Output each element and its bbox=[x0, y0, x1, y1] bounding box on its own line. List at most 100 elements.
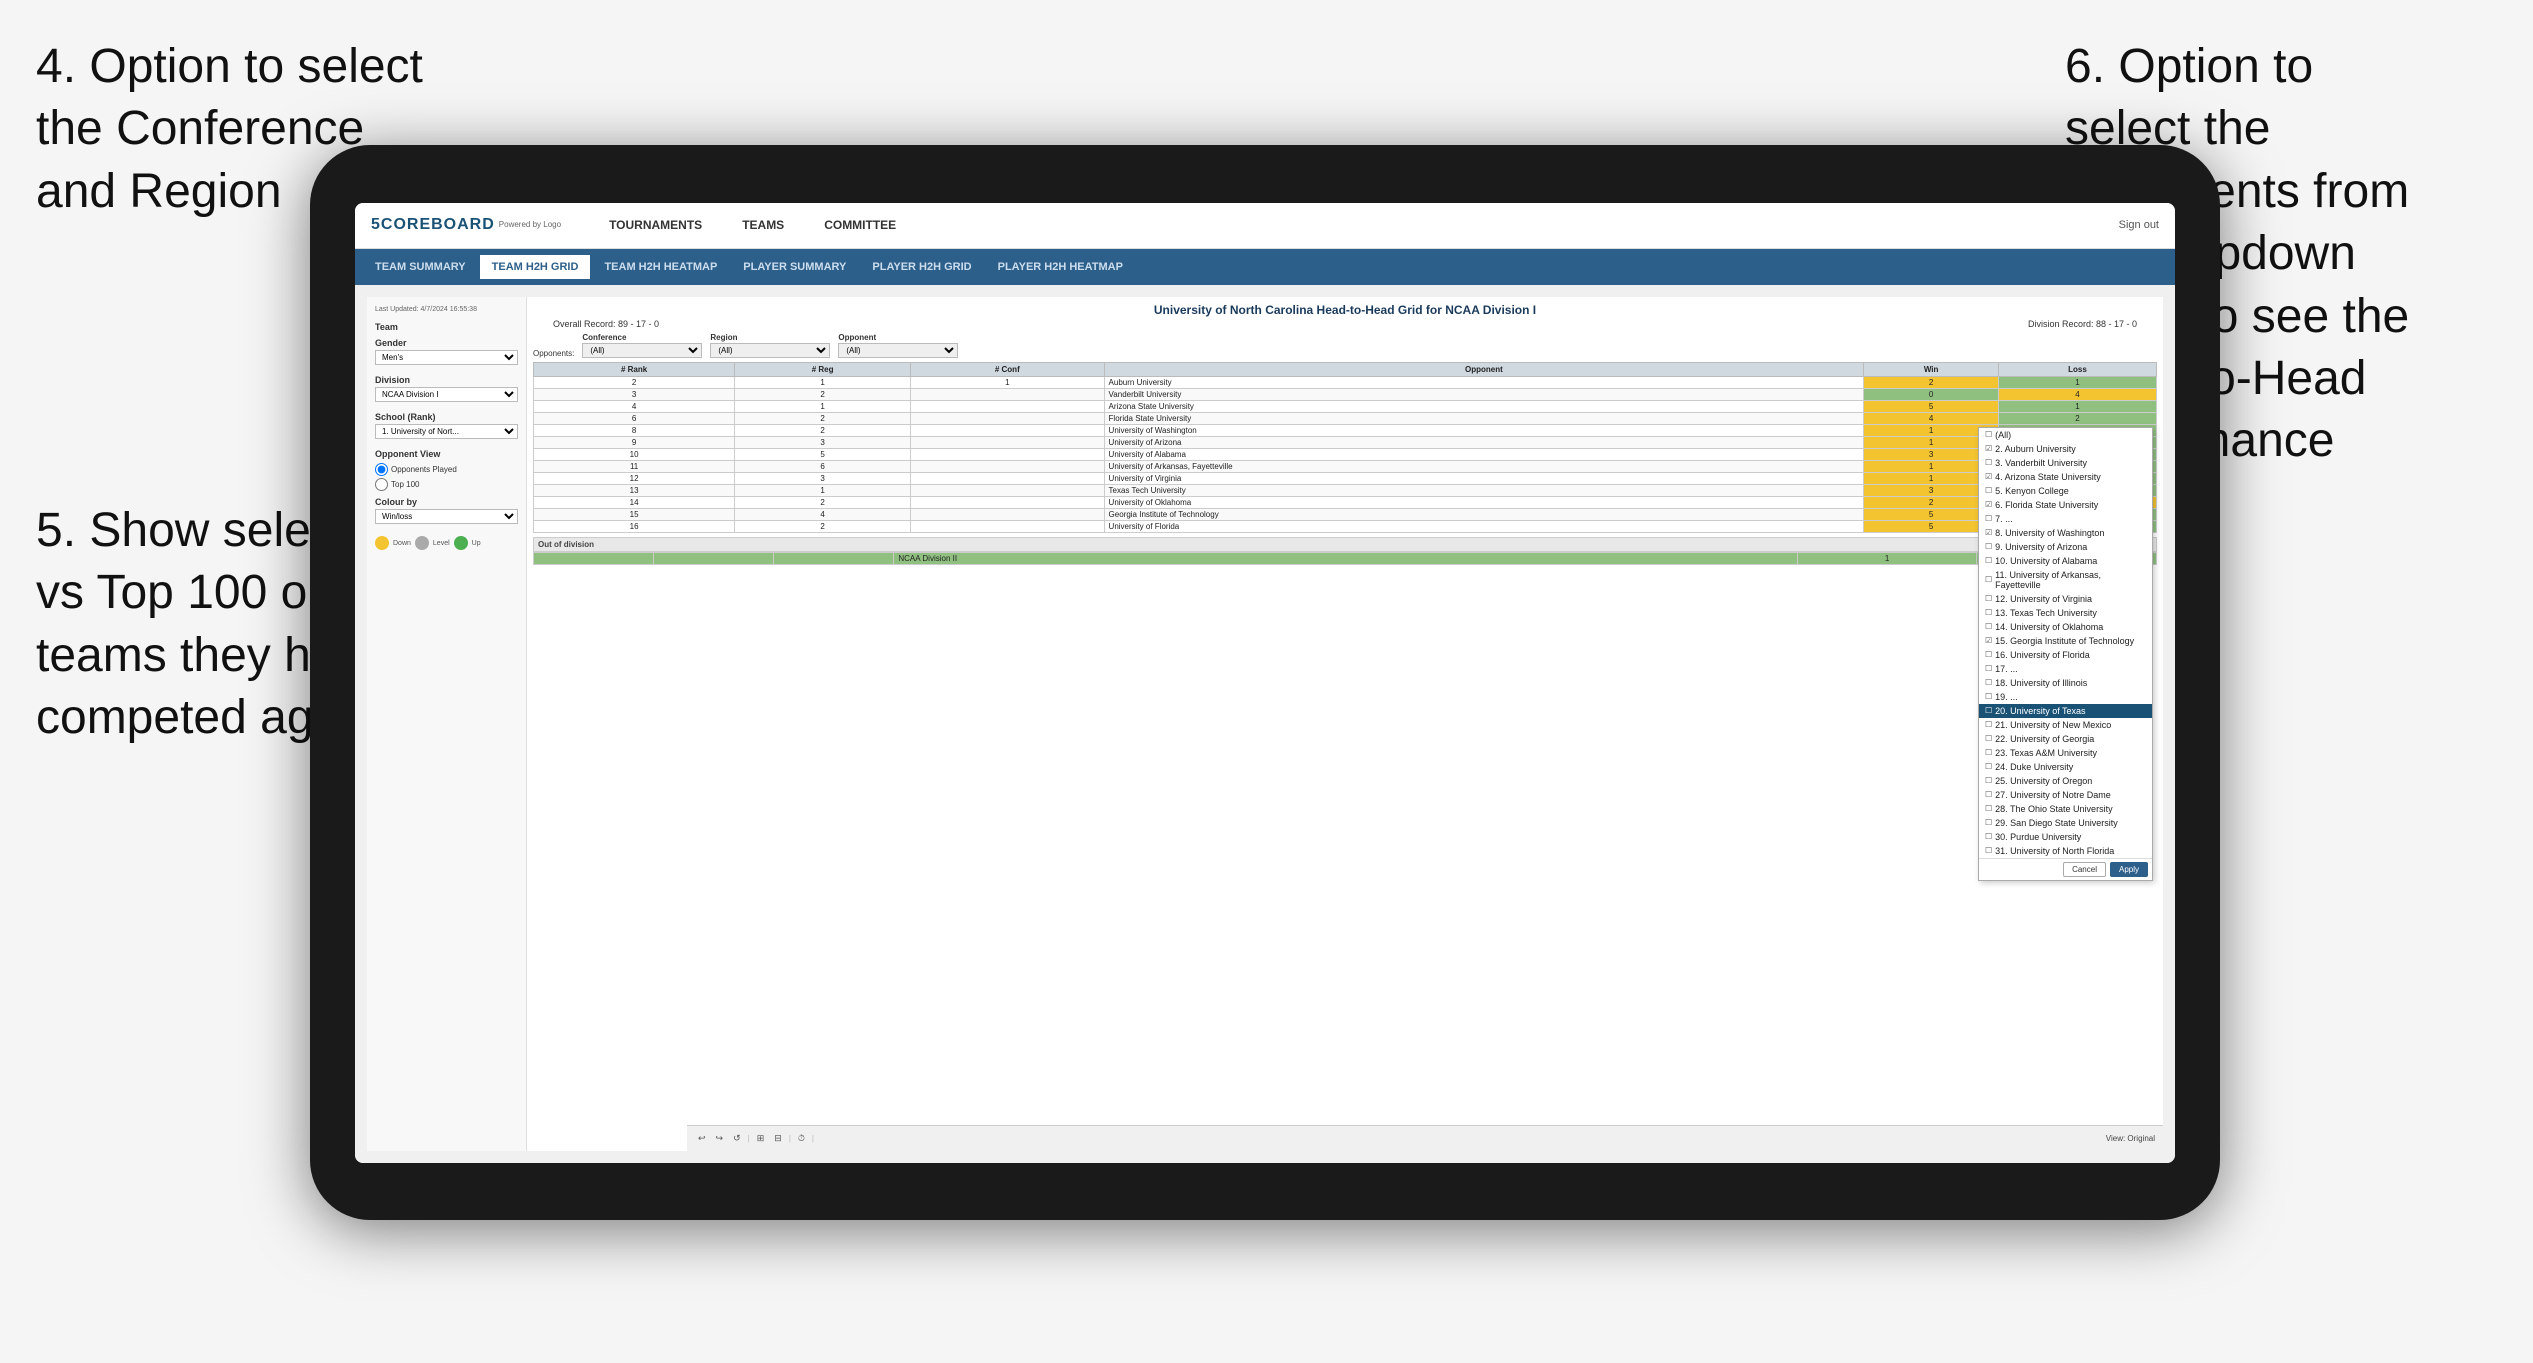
dropdown-label-6: 7. ... bbox=[1995, 514, 2013, 524]
cell-rank: 14 bbox=[534, 496, 735, 508]
conference-select[interactable]: (All) bbox=[582, 343, 702, 358]
dropdown-item[interactable]: ☐29. San Diego State University bbox=[1979, 816, 2152, 830]
cell-reg: 3 bbox=[735, 472, 911, 484]
view-label: View: Original bbox=[2106, 1134, 2155, 1143]
main-content: Last Updated: 4/7/2024 16:55:38 Team Gen… bbox=[355, 285, 2175, 1163]
opponent-filter: Opponent (All) bbox=[838, 333, 958, 358]
cell-conf bbox=[911, 472, 1105, 484]
dropdown-item[interactable]: ☐5. Kenyon College bbox=[1979, 484, 2152, 498]
dropdown-item[interactable]: ☐28. The Ohio State University bbox=[1979, 802, 2152, 816]
col-loss: Loss bbox=[1998, 362, 2156, 376]
filter-row: Opponents: Conference (All) Region (All) bbox=[533, 333, 2157, 358]
dropdown-item[interactable]: ☐14. University of Oklahoma bbox=[1979, 620, 2152, 634]
dropdown-item[interactable]: ☐17. ... bbox=[1979, 662, 2152, 676]
col-win: Win bbox=[1864, 362, 1999, 376]
nav-tournaments[interactable]: TOURNAMENTS bbox=[601, 214, 710, 236]
out-division-table: NCAA Division II 1 0 bbox=[533, 552, 2157, 565]
subnav-team-h2h-heatmap[interactable]: TEAM H2H HEATMAP bbox=[592, 255, 729, 279]
cell-conf bbox=[911, 508, 1105, 520]
clock-btn[interactable]: ⏱ bbox=[795, 1132, 808, 1145]
redo-btn[interactable]: ↪ bbox=[713, 1132, 727, 1145]
nav-teams[interactable]: TEAMS bbox=[734, 214, 792, 236]
dropdown-item[interactable]: ☑6. Florida State University bbox=[1979, 498, 2152, 512]
dropdown-item[interactable]: ☐23. Texas A&M University bbox=[1979, 746, 2152, 760]
dropdown-check-12: ☐ bbox=[1985, 608, 1992, 617]
apply-button[interactable]: Apply bbox=[2110, 862, 2148, 877]
overall-record: Overall Record: 89 - 17 - 0 bbox=[553, 319, 659, 329]
cell-conf bbox=[911, 484, 1105, 496]
dropdown-item[interactable]: ☐11. University of Arkansas, Fayettevill… bbox=[1979, 568, 2152, 592]
cell-win: 5 bbox=[1864, 400, 1999, 412]
dropdown-item[interactable]: ☐30. Purdue University bbox=[1979, 830, 2152, 844]
dropdown-check-20: ☐ bbox=[1985, 720, 1992, 729]
dropdown-item[interactable]: ☐16. University of Florida bbox=[1979, 648, 2152, 662]
dropdown-item[interactable]: ☐22. University of Georgia bbox=[1979, 732, 2152, 746]
radio-opponents-played-input[interactable] bbox=[375, 463, 388, 476]
table-row: 8 2 University of Washington 1 0 bbox=[534, 424, 2157, 436]
tablet: 5COREBOARD Powered by Logo TOURNAMENTS T… bbox=[310, 145, 2220, 1220]
subnav-team-summary[interactable]: TEAM SUMMARY bbox=[363, 255, 478, 279]
sidebar-gender-select[interactable]: Men's bbox=[375, 350, 518, 365]
sep1: | bbox=[748, 1134, 750, 1143]
dropdown-item[interactable]: ☐9. University of Arizona bbox=[1979, 540, 2152, 554]
radio-opponents-played[interactable]: Opponents Played bbox=[375, 463, 518, 476]
sidebar-division-select[interactable]: NCAA Division I bbox=[375, 387, 518, 402]
undo-btn[interactable]: ↩ bbox=[695, 1132, 709, 1145]
dropdown-item[interactable]: ☑4. Arizona State University bbox=[1979, 470, 2152, 484]
dropdown-item[interactable]: ☐20. University of Texas bbox=[1979, 704, 2152, 718]
subnav-player-h2h-grid[interactable]: PLAYER H2H GRID bbox=[860, 255, 983, 279]
opponent-dropdown[interactable]: ☐(All)☑2. Auburn University☐3. Vanderbil… bbox=[1978, 427, 2153, 881]
col-rank: # Rank bbox=[534, 362, 735, 376]
dropdown-check-24: ☐ bbox=[1985, 776, 1992, 785]
dropdown-check-13: ☐ bbox=[1985, 622, 1992, 631]
dropdown-label-20: 21. University of New Mexico bbox=[1995, 720, 2111, 730]
dropdown-item[interactable]: ☐19. ... bbox=[1979, 690, 2152, 704]
refresh-btn[interactable]: ↺ bbox=[730, 1132, 744, 1145]
dropdown-item[interactable]: ☐12. University of Virginia bbox=[1979, 592, 2152, 606]
dropdown-item[interactable]: ☐18. University of Illinois bbox=[1979, 676, 2152, 690]
dropdown-item[interactable]: ☐24. Duke University bbox=[1979, 760, 2152, 774]
radio-top100-input[interactable] bbox=[375, 478, 388, 491]
cell-loss: 2 bbox=[1998, 412, 2156, 424]
nav-committee[interactable]: COMMITTEE bbox=[816, 214, 904, 236]
dropdown-check-0: ☐ bbox=[1985, 430, 1992, 439]
cell-win: 0 bbox=[1864, 388, 1999, 400]
paste-btn[interactable]: ⊟ bbox=[771, 1132, 785, 1145]
dropdown-check-6: ☐ bbox=[1985, 514, 1992, 523]
dropdown-item[interactable]: ☐7. ... bbox=[1979, 512, 2152, 526]
subnav-player-summary[interactable]: PLAYER SUMMARY bbox=[731, 255, 858, 279]
dropdown-label-15: 16. University of Florida bbox=[1995, 650, 2090, 660]
opponent-select[interactable]: (All) bbox=[838, 343, 958, 358]
dropdown-item[interactable]: ☐25. University of Oregon bbox=[1979, 774, 2152, 788]
region-select[interactable]: (All) bbox=[710, 343, 830, 358]
nav-signout[interactable]: Sign out bbox=[2119, 219, 2159, 231]
cell-opponent: Arizona State University bbox=[1104, 400, 1864, 412]
dropdown-item[interactable]: ☐3. Vanderbilt University bbox=[1979, 456, 2152, 470]
bottom-toolbar: ↩ ↪ ↺ | ⊞ ⊟ | ⏱ | View: Original bbox=[687, 1125, 2163, 1151]
dropdown-item[interactable]: ☑8. University of Washington bbox=[1979, 526, 2152, 540]
cell-conf bbox=[911, 436, 1105, 448]
dropdown-item[interactable]: ☐(All) bbox=[1979, 428, 2152, 442]
dropdown-item[interactable]: ☐13. Texas Tech University bbox=[1979, 606, 2152, 620]
sidebar-radio-group: Opponents Played Top 100 bbox=[375, 463, 518, 491]
cell-rank: 11 bbox=[534, 460, 735, 472]
cell-rank: 9 bbox=[534, 436, 735, 448]
dropdown-check-10: ☐ bbox=[1985, 575, 1992, 584]
radio-top100[interactable]: Top 100 bbox=[375, 478, 518, 491]
ncaa-name: NCAA Division II bbox=[894, 552, 1797, 564]
sidebar-school-select[interactable]: 1. University of Nort... bbox=[375, 424, 518, 439]
dropdown-item[interactable]: ☑15. Georgia Institute of Technology bbox=[1979, 634, 2152, 648]
subnav-player-h2h-heatmap[interactable]: PLAYER H2H HEATMAP bbox=[986, 255, 1135, 279]
dropdown-item[interactable]: ☑2. Auburn University bbox=[1979, 442, 2152, 456]
sidebar-gender-label: Gender bbox=[375, 338, 518, 348]
dropdown-item[interactable]: ☐21. University of New Mexico bbox=[1979, 718, 2152, 732]
dropdown-item[interactable]: ☐31. University of North Florida bbox=[1979, 844, 2152, 858]
dropdown-check-22: ☐ bbox=[1985, 748, 1992, 757]
subnav-team-h2h-grid[interactable]: TEAM H2H GRID bbox=[480, 255, 591, 279]
copy-btn[interactable]: ⊞ bbox=[754, 1132, 768, 1145]
sidebar-division-label: Division bbox=[375, 375, 518, 385]
sidebar-colour-select[interactable]: Win/loss bbox=[375, 509, 518, 524]
dropdown-item[interactable]: ☐10. University of Alabama bbox=[1979, 554, 2152, 568]
dropdown-item[interactable]: ☐27. University of Notre Dame bbox=[1979, 788, 2152, 802]
cancel-button[interactable]: Cancel bbox=[2063, 862, 2106, 877]
